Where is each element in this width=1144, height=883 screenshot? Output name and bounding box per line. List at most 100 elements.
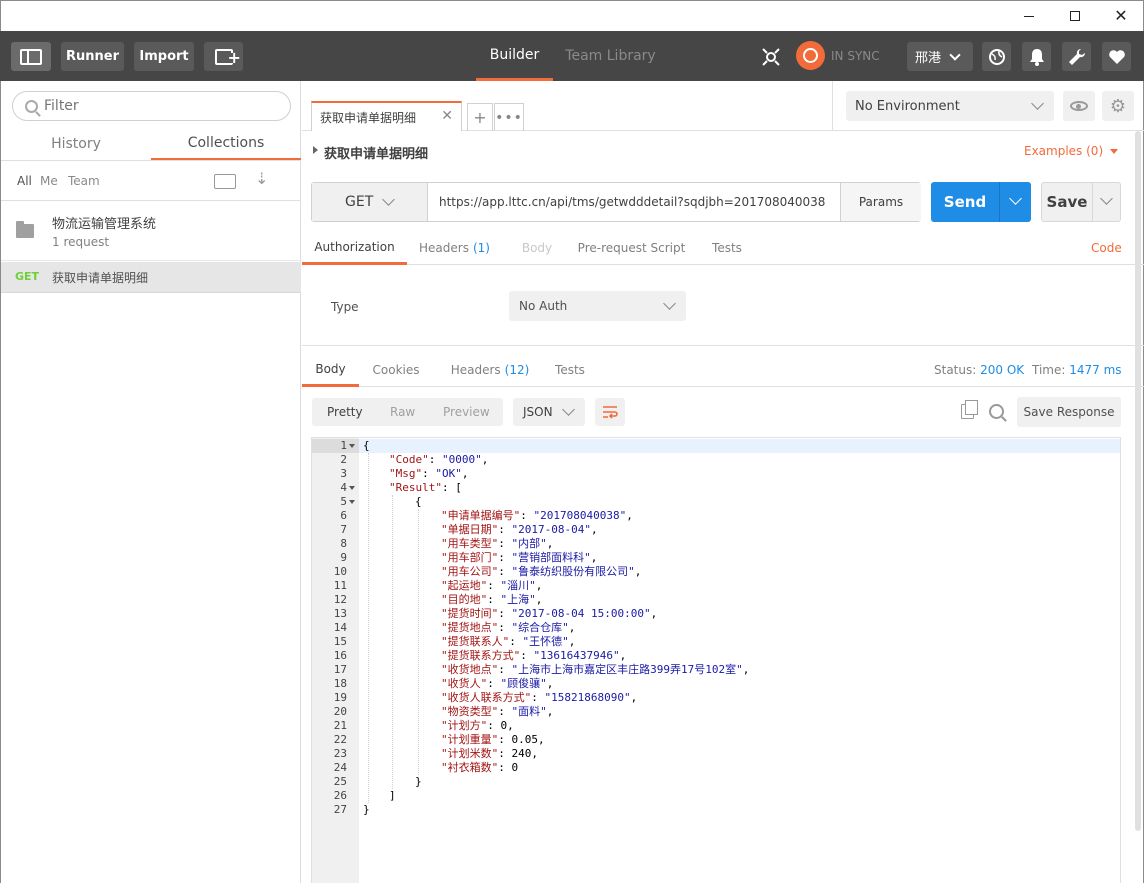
tab-collections[interactable]: Collections — [151, 127, 301, 161]
json-string: "淄川" — [500, 579, 536, 592]
environment-quick-look-button[interactable] — [1063, 91, 1095, 121]
json-string: "王怀德" — [522, 635, 569, 648]
json-key: "目的地" — [441, 593, 488, 606]
chevron-down-icon — [1009, 192, 1022, 205]
globe-button[interactable] — [982, 42, 1011, 71]
environment-select[interactable]: No Environment — [846, 91, 1054, 121]
request-item[interactable]: GET 获取申请单据明细 — [1, 262, 301, 293]
save-options-button[interactable] — [1092, 183, 1121, 221]
response-time: Time: 1477 ms — [1032, 363, 1122, 377]
window-titlebar: ✕ — [0, 0, 1144, 31]
import-button[interactable]: Import — [134, 42, 194, 71]
wrap-lines-button[interactable] — [595, 398, 625, 426]
notifications-button[interactable] — [1022, 42, 1051, 71]
filter-me[interactable]: Me — [40, 161, 58, 201]
sync-status-icon[interactable] — [796, 41, 825, 70]
close-window-button[interactable]: ✕ — [1098, 1, 1144, 31]
fold-toggle-icon[interactable] — [349, 500, 355, 504]
json-key: "提货联系方式" — [441, 649, 521, 662]
collection-item[interactable]: 物流运输管理系统 1 request — [1, 201, 301, 261]
scrollbar-thumb[interactable] — [1135, 131, 1141, 831]
line-number: 7 — [340, 523, 347, 536]
save-response-button[interactable]: Save Response — [1017, 397, 1121, 427]
save-button[interactable]: Save — [1041, 182, 1121, 222]
send-options-button[interactable] — [999, 182, 1031, 222]
tab-response-headers[interactable]: Headers (12) — [440, 353, 540, 387]
sort-icon[interactable]: ⇣ — [255, 169, 268, 188]
user-menu-button[interactable]: 邢港 — [907, 42, 973, 71]
code-text: "Msg": "OK", — [389, 467, 469, 481]
json-key: "提货联系人" — [441, 635, 510, 648]
json-key: "衬衣箱数" — [441, 761, 499, 774]
heart-button[interactable] — [1102, 42, 1131, 71]
tab-cookies[interactable]: Cookies — [364, 353, 428, 387]
code-link[interactable]: Code — [1091, 241, 1122, 255]
fold-toggle-icon[interactable] — [349, 444, 355, 448]
save-label: Save — [1046, 193, 1088, 211]
examples-dropdown[interactable]: Examples (0) — [1024, 144, 1119, 158]
json-string: "鲁泰纺织股份有限公司" — [511, 565, 635, 578]
environment-value: No Environment — [855, 98, 960, 114]
view-preview[interactable]: Preview — [443, 405, 490, 419]
filter-field[interactable] — [12, 91, 291, 121]
code-text: "提货地点": "综合仓库", — [441, 621, 575, 635]
method-select[interactable]: GET — [312, 183, 428, 221]
request-tab[interactable]: 获取申请单据明细 ✕ — [311, 101, 462, 131]
new-collection-icon[interactable] — [214, 174, 236, 189]
new-tab-button[interactable] — [204, 42, 243, 71]
tab-authorization[interactable]: Authorization — [302, 231, 407, 265]
json-string: "OK" — [435, 467, 462, 480]
bell-icon — [1029, 48, 1044, 66]
json-key: "Result" — [389, 481, 442, 494]
filter-team[interactable]: Team — [68, 161, 100, 201]
tab-builder[interactable]: Builder — [476, 31, 553, 81]
format-select[interactable]: JSON — [513, 398, 585, 426]
close-icon[interactable]: ✕ — [441, 108, 453, 124]
caret-right-icon[interactable] — [313, 146, 318, 154]
tab-tests[interactable]: Tests — [702, 231, 752, 265]
filter-input[interactable] — [44, 98, 274, 114]
json-punct: , — [546, 537, 554, 550]
settings-button[interactable] — [1062, 42, 1091, 71]
line-number: 18 — [333, 677, 347, 690]
manage-environments-button[interactable]: ⚙ — [1102, 91, 1134, 121]
url-input[interactable]: https://app.lttc.cn/api/tms/getwdddetail… — [439, 183, 839, 221]
line-number: 1 — [340, 439, 347, 452]
json-punct: , — [481, 453, 489, 466]
tab-pre-request-script[interactable]: Pre-request Script — [574, 231, 689, 265]
collection-request-count: 1 request — [52, 235, 110, 249]
copy-icon[interactable] — [961, 400, 978, 419]
tab-headers[interactable]: Headers (1) — [407, 231, 502, 265]
tab-history[interactable]: History — [1, 127, 151, 161]
maximize-button[interactable] — [1052, 1, 1098, 31]
line-number: 12 — [333, 593, 347, 606]
tab-team-library[interactable]: Team Library — [553, 31, 668, 81]
format-value: JSON — [523, 405, 553, 419]
view-mode-segmented: Pretty Raw Preview — [312, 398, 503, 426]
send-button[interactable]: Send — [931, 182, 1031, 222]
view-pretty[interactable]: Pretty — [327, 405, 363, 419]
json-string: "营销部面料科" — [511, 551, 591, 564]
filter-all[interactable]: All — [17, 161, 32, 201]
fold-toggle-icon[interactable] — [349, 486, 355, 490]
response-body-editor[interactable]: 1 {2 "Code": "0000", 3 "Msg": "OK", 4 "Result"… — [311, 437, 1121, 883]
tab-count-badge: (12) — [504, 363, 530, 377]
tab-response-body[interactable]: Body — [302, 353, 359, 387]
search-icon[interactable] — [989, 404, 1004, 419]
response-section-tabs: Body Cookies Headers (12) Tests Status: 2… — [302, 353, 1144, 387]
interceptor-button[interactable] — [756, 42, 785, 71]
runner-button[interactable]: Runner — [61, 42, 124, 71]
sidebar-toggle-button[interactable] — [11, 42, 51, 71]
vertical-scrollbar[interactable] — [1133, 81, 1143, 883]
json-punct: : — [487, 677, 501, 690]
chevron-down-icon — [949, 48, 961, 61]
line-number: 13 — [333, 607, 347, 620]
add-tab-button[interactable]: + — [467, 103, 493, 131]
minimize-button[interactable] — [1006, 1, 1052, 31]
view-raw[interactable]: Raw — [390, 405, 415, 419]
tab-test-results[interactable]: Tests — [548, 353, 592, 387]
tab-body[interactable]: Body — [512, 231, 562, 265]
params-button[interactable]: Params — [840, 183, 921, 221]
auth-type-select[interactable]: No Auth — [509, 291, 686, 321]
more-tabs-button[interactable]: ••• — [494, 103, 524, 131]
